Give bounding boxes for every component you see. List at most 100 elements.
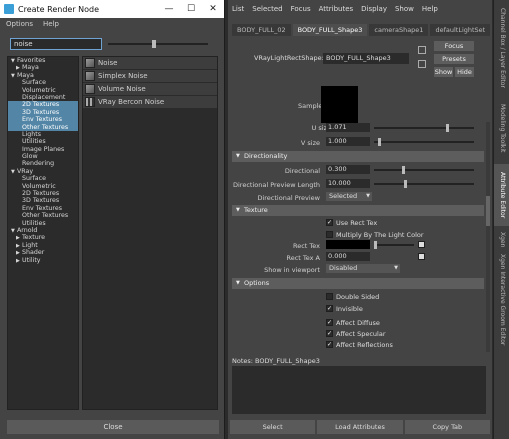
- slider-handle[interactable]: [446, 124, 449, 132]
- output-connection-icon[interactable]: [418, 60, 426, 68]
- scrollbar-thumb[interactable]: [486, 196, 490, 226]
- u-size-slider[interactable]: [374, 124, 474, 132]
- load-attributes-button[interactable]: Load Attributes: [317, 420, 403, 434]
- use-rect-tex-checkbox[interactable]: ✓: [326, 219, 333, 226]
- menu-show[interactable]: Show: [395, 5, 414, 13]
- tree-item[interactable]: Utilities: [8, 220, 78, 227]
- tree-item[interactable]: Env Textures: [8, 116, 78, 124]
- tree-item[interactable]: Other Textures: [8, 123, 78, 131]
- tree-item[interactable]: Surface: [8, 79, 78, 86]
- u-size-field[interactable]: 1.071: [326, 123, 370, 132]
- tree-item[interactable]: Image Planes: [8, 146, 78, 153]
- menu-focus[interactable]: Focus: [291, 5, 311, 13]
- tab-xgen[interactable]: Xgen: [494, 230, 509, 250]
- rect-tex-a-field[interactable]: 0.000: [326, 252, 370, 261]
- texture-map-icon[interactable]: [418, 241, 425, 248]
- tree-item[interactable]: ▶ Utility: [8, 257, 78, 264]
- tree-item[interactable]: Utilities: [8, 138, 78, 145]
- tab-channel-box[interactable]: Channel Box / Layer Editor: [494, 4, 509, 92]
- select-button[interactable]: Select: [230, 420, 316, 434]
- tree-item[interactable]: Volumetric: [8, 87, 78, 94]
- affect-specular-checkbox[interactable]: ✓: [326, 330, 333, 337]
- tree-item[interactable]: Rendering: [8, 160, 78, 167]
- tree-item[interactable]: Surface: [8, 175, 78, 182]
- tree-item[interactable]: Lights: [8, 131, 78, 138]
- affect-diffuse-checkbox[interactable]: ✓: [326, 319, 333, 326]
- menu-help[interactable]: Help: [422, 5, 438, 13]
- menu-list[interactable]: List: [232, 5, 244, 13]
- tree-item[interactable]: Displacement: [8, 94, 78, 101]
- tree-item[interactable]: Env Textures: [8, 205, 78, 212]
- tree-item[interactable]: ▶ Texture: [8, 234, 78, 241]
- tree-item[interactable]: Other Textures: [8, 212, 78, 219]
- affect-reflections-checkbox[interactable]: ✓: [326, 341, 333, 348]
- tree-item[interactable]: ▼ Arnold: [8, 227, 78, 234]
- menu-options[interactable]: Options: [6, 20, 33, 28]
- show-button[interactable]: Show: [434, 67, 453, 77]
- menu-help[interactable]: Help: [43, 20, 59, 28]
- copy-tab-button[interactable]: Copy Tab: [404, 420, 490, 434]
- tree-item[interactable]: Volumetric: [8, 183, 78, 190]
- tree-item[interactable]: ▶ Maya: [8, 64, 78, 71]
- slider-handle[interactable]: [378, 138, 381, 146]
- v-size-field[interactable]: 1.000: [326, 137, 370, 146]
- node-list-item[interactable]: Simplex Noise: [83, 70, 217, 83]
- node-list-item[interactable]: Volume Noise: [83, 83, 217, 96]
- v-size-slider[interactable]: [374, 138, 474, 146]
- attribute-scroll-area[interactable]: U size 1.071 V size 1.000 ▼ Directionalit…: [228, 122, 486, 352]
- preview-length-slider[interactable]: [374, 180, 474, 188]
- slider-handle[interactable]: [402, 166, 405, 174]
- node-category-tree[interactable]: ▼ Favorites ▶ Maya ▼ Maya Surface Volumetric Dis…: [7, 56, 79, 410]
- directional-slider[interactable]: [374, 166, 474, 174]
- invisible-checkbox[interactable]: ✓: [326, 305, 333, 312]
- node-list[interactable]: Noise Simplex Noise Volume Noise VRay Berco…: [82, 56, 218, 410]
- tree-item[interactable]: ▶ Shader: [8, 249, 78, 256]
- tree-item[interactable]: 3D Textures: [8, 108, 78, 117]
- multiply-light-color-checkbox[interactable]: [326, 231, 333, 238]
- tree-item[interactable]: ▶ Light: [8, 242, 78, 249]
- menu-attributes[interactable]: Attributes: [319, 5, 354, 13]
- node-search-input[interactable]: noise: [10, 38, 102, 50]
- rect-tex-slider[interactable]: [374, 241, 414, 249]
- node-list-item[interactable]: VRay Bercon Noise: [83, 96, 217, 109]
- tree-item[interactable]: ▼ Maya: [8, 72, 78, 79]
- tab-default-light-set[interactable]: defaultLightSet: [430, 24, 491, 36]
- hide-button[interactable]: Hide: [455, 67, 474, 77]
- tab-xgen-groom-editor[interactable]: Xgen Interactive Groom Editor: [494, 254, 509, 346]
- tree-item[interactable]: ▼ Favorites: [8, 57, 78, 64]
- tree-item[interactable]: 2D Textures: [8, 101, 78, 109]
- preview-length-field[interactable]: 10.000: [326, 179, 370, 188]
- focus-button[interactable]: Focus: [434, 41, 474, 51]
- section-options[interactable]: ▼ Options: [232, 278, 484, 289]
- notes-textarea[interactable]: [232, 366, 486, 414]
- tree-item[interactable]: 3D Textures: [8, 197, 78, 204]
- directional-field[interactable]: 0.300: [326, 165, 370, 174]
- show-viewport-dropdown[interactable]: Disabled ▼: [326, 264, 400, 273]
- close-button[interactable]: Close: [7, 420, 219, 434]
- rect-tex-color-swatch[interactable]: [326, 240, 370, 249]
- tab-body-full-shape3[interactable]: BODY_FULL_Shape3: [292, 24, 368, 36]
- menu-selected[interactable]: Selected: [252, 5, 282, 13]
- slider-handle[interactable]: [374, 241, 377, 249]
- input-connection-icon[interactable]: [418, 46, 426, 54]
- tab-attribute-editor[interactable]: Attribute Editor: [494, 164, 509, 226]
- menu-display[interactable]: Display: [361, 5, 387, 13]
- directional-preview-dropdown[interactable]: Selected ▼: [326, 192, 372, 201]
- tree-item[interactable]: Glow: [8, 153, 78, 160]
- slider-handle[interactable]: [152, 40, 156, 48]
- tab-body-full-02[interactable]: BODY_FULL_02: [232, 24, 291, 36]
- tree-item[interactable]: 2D Textures: [8, 190, 78, 197]
- close-window-button[interactable]: ✕: [202, 4, 224, 14]
- maximize-button[interactable]: ☐: [180, 4, 202, 14]
- icon-size-slider[interactable]: [108, 40, 208, 48]
- tab-modeling-toolkit[interactable]: Modeling Toolkit: [494, 96, 509, 160]
- node-name-field[interactable]: BODY_FULL_Shape3: [323, 53, 409, 64]
- presets-button[interactable]: Presets: [434, 54, 474, 64]
- slider-handle[interactable]: [404, 180, 407, 188]
- minimize-button[interactable]: —: [158, 4, 180, 14]
- section-texture[interactable]: ▼ Texture: [232, 205, 484, 216]
- attribute-scrollbar[interactable]: [486, 122, 490, 352]
- tab-camera-shape1[interactable]: cameraShape1: [369, 24, 429, 36]
- double-sided-checkbox[interactable]: [326, 293, 333, 300]
- node-list-item[interactable]: Noise: [83, 57, 217, 70]
